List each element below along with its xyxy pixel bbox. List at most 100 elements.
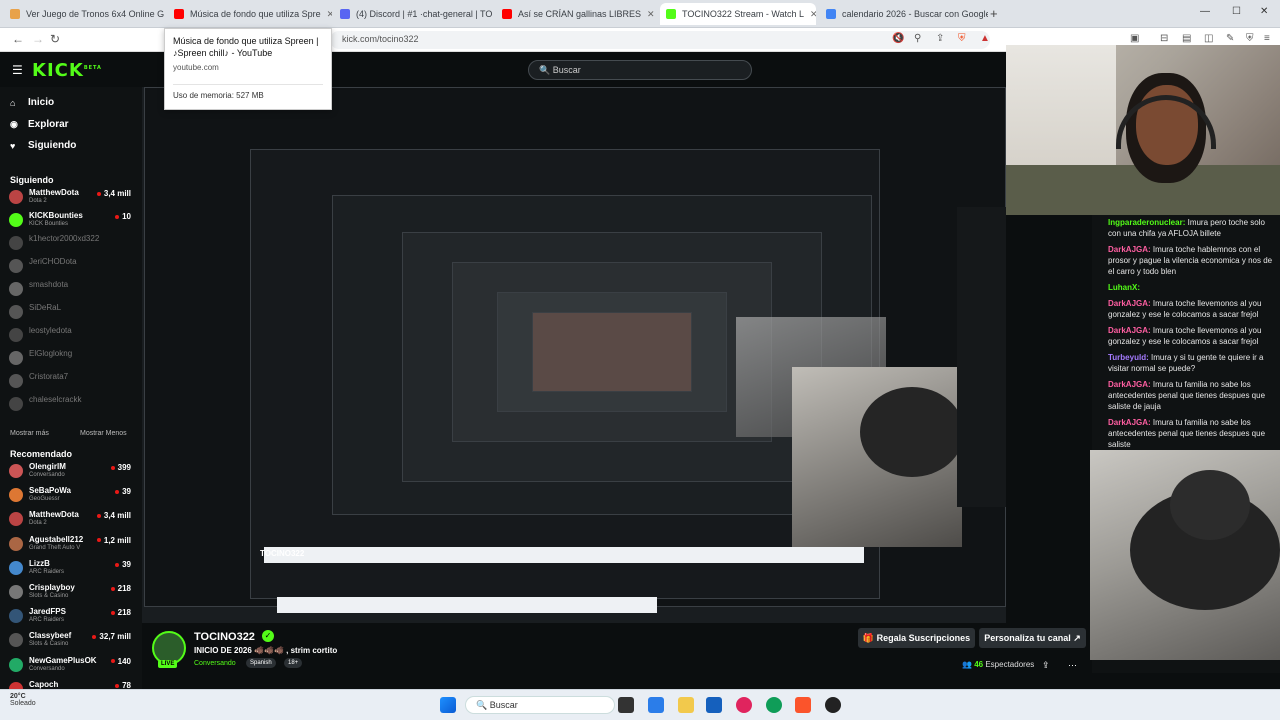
maximize-icon[interactable]: ☐ xyxy=(1232,6,1241,17)
chat-username[interactable]: Ingparaderonuclear: xyxy=(1108,218,1185,227)
minimize-icon[interactable]: — xyxy=(1200,6,1210,17)
sidebar-channel[interactable]: SeBaPoWa GeoGuessr 39 xyxy=(9,485,131,507)
sidebar-channel[interactable]: MatthewDota Dota 2 3,4 mill xyxy=(9,187,131,209)
browser-tab[interactable]: (4) Discord | #1 ·chat-general | TO✕ xyxy=(334,3,492,25)
vpn-icon[interactable]: ⛨ xyxy=(1246,33,1254,44)
brave-shield-icon[interactable]: ⛨ xyxy=(958,33,966,44)
nav-siguiendo[interactable]: ♥ Siguiendo xyxy=(10,140,76,151)
tag-age[interactable]: 18+ xyxy=(284,658,303,668)
sidebar-channel[interactable]: LizzB ARC Raiders 39 xyxy=(9,558,131,580)
sidebar-channel[interactable]: ElGloglokng xyxy=(9,348,131,370)
sidebar-channel[interactable]: JeriCHODota xyxy=(9,256,131,278)
chat-username[interactable]: DarkAJGA: xyxy=(1108,418,1151,427)
share-icon[interactable]: ⇪ xyxy=(936,33,944,44)
close-window-icon[interactable]: ✕ xyxy=(1260,6,1268,17)
forward-icon[interactable]: → xyxy=(32,32,44,46)
weather-widget[interactable]: 20°C Soleado xyxy=(10,693,36,707)
live-dot-icon xyxy=(96,514,101,519)
chat-username[interactable]: DarkAJGA: xyxy=(1108,326,1151,335)
search-input[interactable]: 🔍 Buscar xyxy=(528,60,752,80)
hamburger-menu-icon[interactable]: ☰ xyxy=(12,63,23,77)
viewers-icon: 👥 xyxy=(962,660,972,669)
share-stream-icon[interactable]: ⇪ xyxy=(1042,660,1050,671)
chat-username[interactable]: DarkAJGA: xyxy=(1108,245,1151,254)
channel-avatar xyxy=(9,259,23,273)
bookmark-icon[interactable]: ⊟ xyxy=(1160,33,1168,44)
chat-username[interactable]: Turbeyuld: xyxy=(1108,353,1149,362)
tab-close-icon[interactable]: ✕ xyxy=(804,9,816,20)
channel-name: Classybeef xyxy=(29,631,72,641)
task-view-icon[interactable] xyxy=(618,697,634,713)
channel-name: leostyledota xyxy=(29,326,72,335)
tab-hover-tooltip: Música de fondo que utiliza Spreen | ♪Sp… xyxy=(164,28,332,110)
sidebar-channel[interactable]: KICKBounties KICK Bounties 10 xyxy=(9,210,131,232)
url-field[interactable]: kick.com/tocino322 xyxy=(330,31,990,49)
sidebar-channel[interactable]: Crisplayboy Slots & Casino 218 xyxy=(9,582,131,604)
tab-close-icon[interactable]: ✕ xyxy=(641,9,655,20)
gift-subs-label: Regala Suscripciones xyxy=(876,633,971,643)
sidebar-channel[interactable]: smashdota xyxy=(9,279,131,301)
chat-username[interactable]: DarkAJGA: xyxy=(1108,380,1151,389)
stream-category[interactable]: Conversando xyxy=(194,660,236,667)
menu-icon[interactable]: ≡ xyxy=(1264,33,1270,44)
wallet-icon[interactable]: ◫ xyxy=(1204,33,1213,44)
tab-title: Ver Juego de Tronos 6x4 Online Grat xyxy=(26,9,164,19)
sidebar-channel[interactable]: MatthewDota Dota 2 3,4 mill xyxy=(9,509,131,531)
extensions-icon[interactable]: ✎ xyxy=(1226,33,1234,44)
copilot-icon[interactable] xyxy=(648,697,664,713)
sidebar-channel[interactable]: leostyledota xyxy=(9,325,131,347)
kick-logo[interactable]: KICKBETA xyxy=(32,60,102,81)
start-icon[interactable] xyxy=(440,697,456,713)
tag-language[interactable]: Spanish xyxy=(246,658,276,668)
browser-tab[interactable]: Así se CRÍAN gallinas LIBRES ✕ xyxy=(496,3,656,25)
brave-icon[interactable] xyxy=(795,697,811,713)
gift-subs-button[interactable]: 🎁 Regala Suscripciones xyxy=(858,628,975,648)
sidebar-channel[interactable]: chaleselcrackk xyxy=(9,394,131,416)
channel-name: ElGloglokng xyxy=(29,349,73,358)
customize-channel-button[interactable]: Personaliza tu canal ↗ xyxy=(979,628,1086,648)
sidebar-channel[interactable]: JaredFPS ARC Raiders 218 xyxy=(9,606,131,628)
taskbar-search[interactable]: 🔍 Buscar xyxy=(465,696,615,714)
show-more-button[interactable]: Mostrar más xyxy=(10,430,49,437)
video-player[interactable]: TOCINO322 xyxy=(142,87,1006,623)
channel-name: JaredFPS xyxy=(29,607,66,617)
browser-tab[interactable]: Música de fondo que utiliza Spre ✕ xyxy=(168,3,332,25)
browser-tab[interactable]: Ver Juego de Tronos 6x4 Online Grat✕ xyxy=(4,3,164,25)
chat-message: LuhanX: xyxy=(1108,282,1274,293)
nested-capture-7 xyxy=(532,312,692,392)
mute-icon[interactable]: 🔇 xyxy=(892,33,904,44)
store-icon[interactable] xyxy=(706,697,722,713)
sidebar-channel[interactable]: Agustabell212 Grand Theft Auto V 1,2 mill xyxy=(9,534,131,556)
file-explorer-icon[interactable] xyxy=(678,697,694,713)
nav-explorar[interactable]: ◉ Explorar xyxy=(10,119,69,130)
chat-username[interactable]: LuhanX: xyxy=(1108,283,1140,292)
chat-username[interactable]: DarkAJGA: xyxy=(1108,299,1151,308)
sidebar-channel[interactable]: NewGamePlusOK Conversando 140 xyxy=(9,655,131,677)
sidebar-channel[interactable]: k1hector2000xd322 xyxy=(9,233,131,255)
more-options-icon[interactable]: ⋯ xyxy=(1068,660,1077,671)
edge-icon[interactable] xyxy=(766,697,782,713)
sidebar-channel[interactable]: OlengirlM Conversando 399 xyxy=(9,461,131,483)
browser-tab[interactable]: calendario 2026 - Buscar con Google✕ xyxy=(820,3,988,25)
streamer-name[interactable]: TOCINO322 xyxy=(194,631,255,643)
reload-icon[interactable]: ↻ xyxy=(50,32,60,46)
sidebar-channel[interactable]: Cristorata7 xyxy=(9,371,131,393)
windows-taskbar: 20°C Soleado 🔍 Buscar xyxy=(0,689,1280,720)
reader-icon[interactable]: ▤ xyxy=(1182,33,1191,44)
show-less-button[interactable]: Mostrar Menos xyxy=(80,430,127,437)
sidebar-channel[interactable]: Classybeef Slots & Casino 32,7 mill xyxy=(9,630,131,652)
obs-icon[interactable] xyxy=(825,697,841,713)
nav-inicio[interactable]: ⌂ Inicio xyxy=(10,97,54,108)
sidebar-channel[interactable]: SiDeRaL xyxy=(9,302,131,324)
zoom-icon[interactable]: ⚲ xyxy=(914,33,921,44)
channel-category: Dota 2 xyxy=(29,520,47,527)
sidebar-toggle-icon[interactable]: ▣ xyxy=(1130,33,1139,44)
channel-name: k1hector2000xd322 xyxy=(29,234,100,243)
browser-tab[interactable]: TOCINO322 Stream - Watch L ✕ xyxy=(660,3,816,25)
back-icon[interactable]: ← xyxy=(12,32,24,46)
tab-close-icon[interactable]: ✕ xyxy=(321,9,332,20)
new-tab-button[interactable]: + xyxy=(990,6,998,21)
rewards-icon[interactable]: ▲ xyxy=(980,33,990,44)
opera-icon[interactable] xyxy=(736,697,752,713)
channel-viewers: 1,2 mill xyxy=(103,535,131,545)
